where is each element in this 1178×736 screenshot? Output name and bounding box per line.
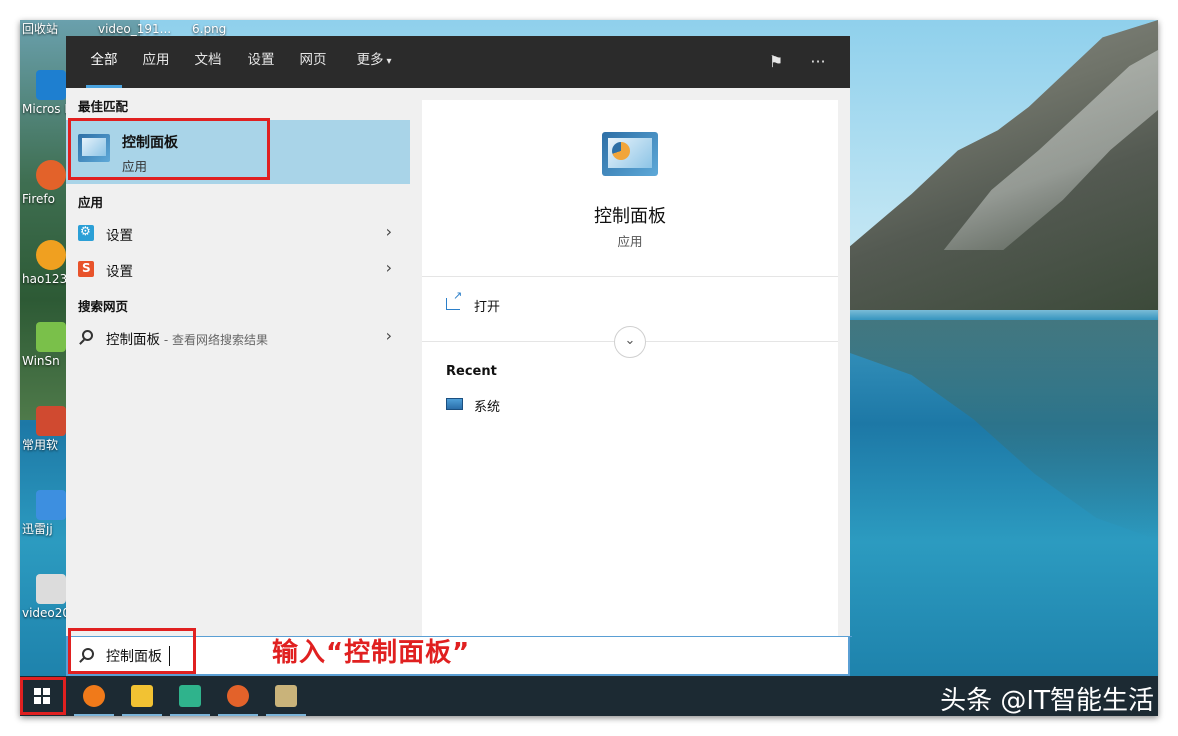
folder-icon [36,406,66,436]
web-query: 控制面板 [106,332,160,348]
desktop-icon-label: Micros Edg [22,102,68,116]
xunlei-icon [36,490,66,520]
open-label: 打开 [474,300,501,315]
taskbar-firefox-icon[interactable] [214,676,262,716]
watermark-text: 头条 @IT智能生活 [940,686,1154,716]
tab-label: 全部 [90,52,118,68]
control-panel-large-icon [602,132,658,176]
monitor-icon [446,398,463,410]
tab-label: 设置 [247,52,275,68]
desktop-icon-label: WinSn [22,354,60,368]
desktop-icon-winsnap[interactable]: WinSn [20,322,68,382]
hao123-icon [36,240,66,270]
tab-more[interactable]: 更多 ▾ [346,36,402,88]
desktop-icon-hao123[interactable]: hao123 [20,240,68,300]
tab-label: 更多 [356,52,384,68]
winsnap-icon [36,322,66,352]
taskbar-file-explorer-icon[interactable] [118,676,166,716]
annotation-instruction: 输入“控制面板” [272,638,471,668]
desktop-icon-label: hao123 [22,272,68,286]
video-file-icon [36,574,66,604]
tab-web[interactable]: 网页 [293,36,333,88]
file-explorer-icon [131,685,153,707]
media-player-icon [179,685,201,707]
highlight-box-start-button [20,677,66,715]
firefox-icon [227,685,249,707]
desktop-icon-label: 常用软 [22,438,59,452]
tab-apps[interactable]: 应用 [136,36,176,88]
highlight-box-search-input [68,628,196,674]
recent-item-label: 系统 [474,400,501,415]
tab-documents[interactable]: 文档 [188,36,228,88]
recent-heading: Recent [446,364,497,379]
orange-app-icon [83,685,105,707]
desktop-icon-label: Firefo [22,192,55,206]
open-icon [446,289,462,310]
desktop-icon-label: video20 [22,606,68,620]
feedback-icon[interactable]: ⚑ [764,50,788,74]
result-settings-app[interactable]: 设置 › [66,216,410,250]
chevron-right-icon[interactable]: › [386,258,392,277]
web-result-suffix: - 查看网络搜索结果 [160,333,268,347]
chevron-right-icon[interactable]: › [386,222,392,241]
tab-all[interactable]: 全部 [82,36,126,88]
sogou-settings-icon [78,261,94,277]
detail-title: 控制面板 [594,206,666,227]
edge-icon [36,70,66,100]
apps-heading: 应用 [78,195,104,210]
desktop-icon-video-file-2[interactable]: video20 [20,574,68,634]
tab-label: 文档 [194,52,222,68]
best-match-heading: 最佳匹配 [78,99,129,114]
desktop-icon-common-software[interactable]: 常用软 [20,406,68,466]
tab-label: 应用 [142,52,170,68]
chevron-right-icon[interactable]: › [386,326,392,345]
result-label: 设置 [106,228,133,244]
search-icon [82,330,93,341]
desktop-icon-label: 6.png [192,22,227,36]
tab-settings[interactable]: 设置 [241,36,281,88]
taskbar: 头条 @IT智能生活 [20,676,1158,716]
pie-chart-icon [612,142,630,160]
divider [422,276,838,277]
chevron-down-icon: ▾ [386,56,392,67]
detail-subtitle: 应用 [617,234,643,249]
more-options-icon[interactable]: ··· [806,50,830,74]
settings-gear-icon [78,224,94,241]
result-settings-sogou[interactable]: 设置 › [66,252,410,286]
desktop-icon-label: video_191... [98,22,172,36]
expand-chevron-icon[interactable]: ⌄ [614,326,646,358]
result-detail-pane: 控制面板 应用 打开 ⌄ Recent 系统 [422,100,838,636]
web-search-heading: 搜索网页 [78,299,129,314]
highlight-box-best-match [68,118,270,180]
taskbar-media-player-icon[interactable] [166,676,214,716]
paint-app-icon [275,685,297,707]
desktop-icon-label: 回收站 [22,22,59,36]
firefox-icon [36,160,66,190]
taskbar-orange-app-icon[interactable] [70,676,118,716]
tab-label: 网页 [299,52,327,68]
taskbar-paint-app-icon[interactable] [262,676,310,716]
result-label: 设置 [106,264,133,280]
result-web-search[interactable]: 控制面板 - 查看网络搜索结果 › [66,320,410,354]
desktop-icon-edge[interactable]: Micros Edg [20,70,68,130]
desktop-icon-xunlei[interactable]: 迅雷jj [20,490,68,550]
search-filter-bar: 全部 应用 文档 设置 网页 更多 ▾ ⚑ ··· [66,36,850,88]
desktop-icon-firefox[interactable]: Firefo [20,160,68,220]
desktop-screen: 回收站 video_191... 6.png Micros Edg Firefo… [20,20,1158,716]
result-label: 控制面板 - 查看网络搜索结果 [106,328,268,348]
desktop-icon-label: 迅雷jj [22,522,53,536]
